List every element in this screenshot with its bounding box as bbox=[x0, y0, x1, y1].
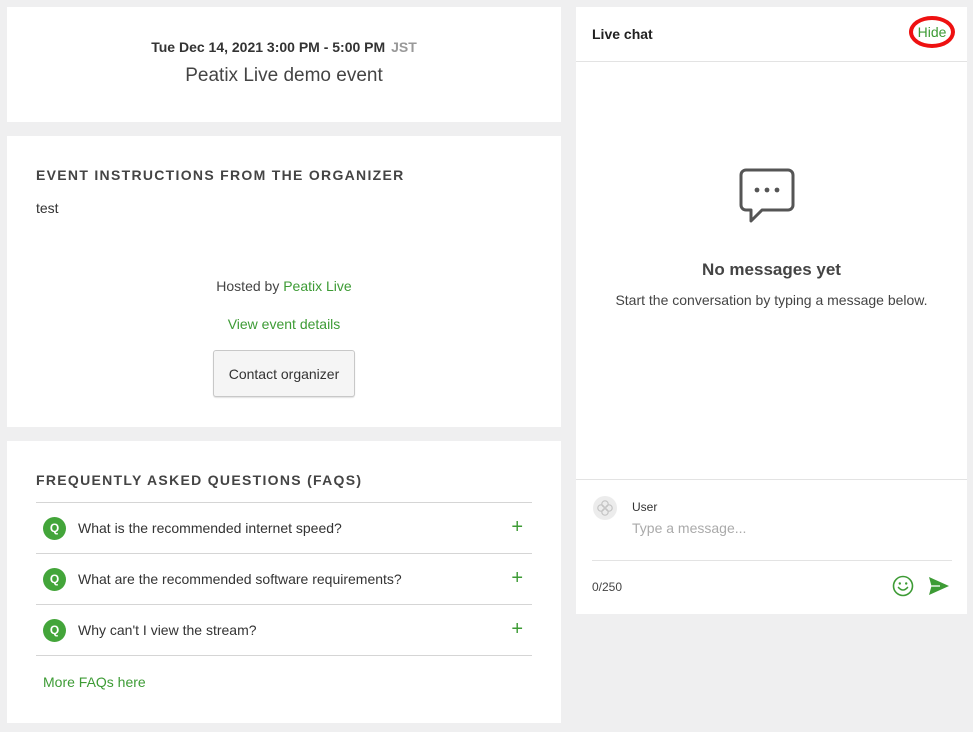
faq-item[interactable]: Q What are the recommended software requ… bbox=[36, 554, 532, 605]
event-date-time: Tue Dec 14, 2021 3:00 PM - 5:00 PM JST bbox=[7, 39, 561, 55]
expand-plus-icon[interactable]: + bbox=[511, 517, 523, 537]
faq-card: FREQUENTLY ASKED QUESTIONS (FAQS) Q What… bbox=[7, 441, 561, 723]
faq-q-badge: Q bbox=[43, 568, 66, 591]
instructions-text: test bbox=[36, 200, 59, 216]
event-date-text: Tue Dec 14, 2021 3:00 PM - 5:00 PM bbox=[151, 39, 386, 55]
faq-q-badge: Q bbox=[43, 517, 66, 540]
expand-plus-icon[interactable]: + bbox=[511, 619, 523, 639]
event-info-card: Tue Dec 14, 2021 3:00 PM - 5:00 PM JST P… bbox=[7, 7, 561, 122]
event-title: Peatix Live demo event bbox=[185, 65, 383, 86]
live-chat-panel: Live chat Hide No messages yet Start the… bbox=[576, 7, 967, 614]
no-messages-title: No messages yet bbox=[702, 260, 841, 279]
hosted-by-label: Hosted by bbox=[216, 278, 280, 294]
avatar-icon bbox=[593, 496, 617, 520]
instructions-heading: EVENT INSTRUCTIONS FROM THE ORGANIZER bbox=[36, 167, 405, 183]
contact-organizer-button[interactable]: Contact organizer bbox=[213, 350, 355, 397]
emoji-icon[interactable] bbox=[892, 575, 914, 602]
faq-question: What is the recommended internet speed? bbox=[78, 520, 342, 536]
character-count: 0/250 bbox=[592, 580, 623, 594]
faq-item[interactable]: Q Why can't I view the stream? + bbox=[36, 605, 532, 656]
chat-user-name: User bbox=[632, 500, 658, 514]
expand-plus-icon[interactable]: + bbox=[511, 568, 523, 588]
more-faqs-link[interactable]: More FAQs here bbox=[43, 674, 146, 690]
event-instructions-card: EVENT INSTRUCTIONS FROM THE ORGANIZER te… bbox=[7, 136, 561, 427]
event-timezone: JST bbox=[391, 39, 417, 55]
faq-question: Why can't I view the stream? bbox=[78, 622, 257, 638]
faq-question: What are the recommended software requir… bbox=[78, 571, 402, 587]
faq-list: Q What is the recommended internet speed… bbox=[36, 502, 532, 656]
faq-q-badge: Q bbox=[43, 619, 66, 642]
host-link[interactable]: Peatix Live bbox=[283, 278, 351, 294]
hide-chat-button[interactable]: Hide bbox=[909, 16, 955, 48]
composer-divider bbox=[592, 560, 952, 561]
chat-title: Live chat bbox=[592, 26, 653, 42]
faq-heading: FREQUENTLY ASKED QUESTIONS (FAQS) bbox=[36, 472, 363, 488]
hosted-by: Hosted by Peatix Live bbox=[7, 278, 561, 294]
message-input[interactable] bbox=[632, 518, 942, 538]
send-icon[interactable] bbox=[928, 576, 950, 601]
view-event-details-link[interactable]: View event details bbox=[7, 316, 561, 332]
chat-composer: User 0/250 bbox=[576, 479, 967, 614]
chat-header: Live chat Hide bbox=[576, 7, 967, 62]
no-messages-subtitle: Start the conversation by typing a messa… bbox=[615, 292, 928, 308]
faq-item[interactable]: Q What is the recommended internet speed… bbox=[36, 503, 532, 554]
chat-bubble-icon bbox=[738, 167, 796, 230]
